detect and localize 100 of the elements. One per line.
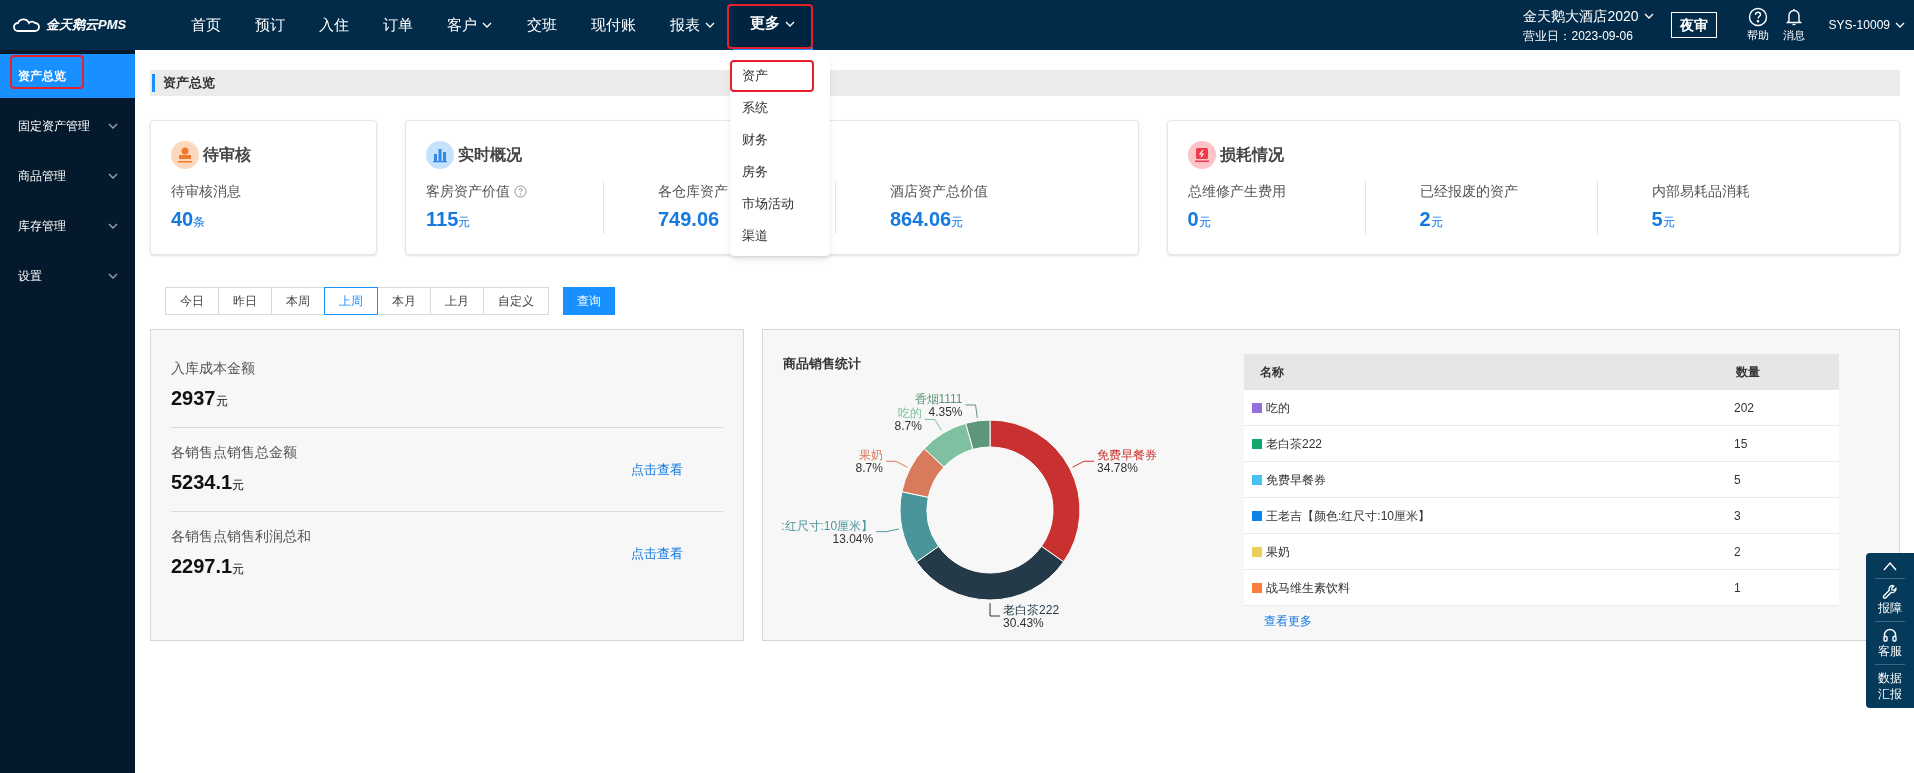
wrench-icon <box>1882 584 1898 600</box>
bar-chart-icon <box>426 141 454 169</box>
nav-tab[interactable]: 首页 <box>174 0 238 50</box>
menu-item[interactable]: 财务 <box>730 124 830 156</box>
nav-tab[interactable]: 预订 <box>238 0 302 50</box>
stat-value: 749.06 <box>658 207 721 232</box>
leader-line <box>885 460 908 468</box>
period-tab[interactable]: 昨日 <box>218 287 272 315</box>
period-tab[interactable]: 本周 <box>271 287 325 315</box>
stat-label: 待审核消息 <box>171 182 241 201</box>
table-cell-text: 老白茶222 <box>1266 435 1323 453</box>
nav-tab[interactable]: 更多 <box>733 0 813 50</box>
sidebar-item[interactable]: 库存管理 <box>0 204 135 248</box>
business-date: 营业日：2023-09-06 <box>1523 27 1633 45</box>
laptop-alert-icon <box>1187 141 1216 169</box>
sidebar-item[interactable]: 商品管理 <box>0 154 135 198</box>
view-link[interactable]: 点击查看 <box>631 543 683 564</box>
slice-percent: 13.04% <box>832 531 874 546</box>
nav-tab[interactable]: 订单 <box>366 0 430 50</box>
view-link[interactable]: 点击查看 <box>631 459 683 480</box>
card-title: 损耗情况 <box>1219 145 1284 165</box>
menu-item[interactable]: 房务 <box>730 156 830 188</box>
menu-item[interactable]: 资产 <box>730 60 814 92</box>
slice-label: 果奶 <box>858 447 883 462</box>
bell-icon <box>1783 6 1804 27</box>
slice-label: 吃的 <box>897 405 922 420</box>
table-cell-text: 2 <box>1733 543 1741 561</box>
table-cell-text: 王老吉【颜色:红尺寸:10厘米】 <box>1266 507 1430 525</box>
table-cell-text: 战马维生素饮料 <box>1266 579 1350 597</box>
stat-label: 总维修产生费用 <box>1187 182 1286 201</box>
cloud-logo-icon <box>12 17 42 33</box>
hotel-name[interactable]: 金天鹅大酒店2020 <box>1523 5 1639 27</box>
caret-up-icon <box>1882 561 1898 571</box>
user-name[interactable]: SYS-10009 <box>1828 16 1890 34</box>
table-cell-text: 15 <box>1733 435 1748 453</box>
summary-label: 入库成本金额 <box>171 359 255 378</box>
period-tab[interactable]: 自定义 <box>483 287 549 315</box>
leader-line <box>875 527 900 532</box>
donut-slice <box>901 447 945 498</box>
stat-value: 0元 <box>1187 207 1212 232</box>
card-title: 实时概况 <box>458 145 522 165</box>
help-button[interactable]: 帮助 <box>1746 6 1769 44</box>
column-header: 数量 <box>1735 364 1760 381</box>
leader-line <box>965 404 978 418</box>
stat-label: 各仓库资产 <box>658 182 728 201</box>
table-cell-text: 免费早餐券 <box>1266 471 1326 489</box>
menu-item[interactable]: 渠道 <box>730 220 830 252</box>
menu-item[interactable]: 系统 <box>730 92 830 124</box>
slice-percent: 34.78% <box>1097 460 1138 475</box>
slice-percent: 30.43% <box>1003 615 1044 630</box>
stat-value: 40条 <box>171 207 207 232</box>
headset-icon <box>1882 627 1898 643</box>
stat-value: 115元 <box>426 207 472 232</box>
sidebar-item[interactable]: 设置 <box>0 254 135 298</box>
stat-value: 2元 <box>1419 207 1444 232</box>
night-audit-button[interactable]: 夜审 <box>1670 12 1717 38</box>
summary-label: 各销售点销售利润总和 <box>171 527 311 546</box>
tool-button[interactable]: 报障 <box>1875 582 1905 618</box>
stat-value: 5元 <box>1651 207 1676 232</box>
brand-logo: 金天鹅云PMS <box>46 16 127 35</box>
slice-label: 老白茶222 <box>1003 602 1060 617</box>
stat-label: 内部易耗品消耗 <box>1651 182 1750 201</box>
help-icon <box>1747 6 1768 27</box>
tool-button[interactable]: 数据汇报 <box>1875 668 1905 704</box>
nav-tab[interactable]: 客户 <box>430 0 510 50</box>
slice-percent: 8.7% <box>894 418 922 433</box>
nav-tab[interactable]: 交班 <box>510 0 574 50</box>
slice-label: 免费早餐券 <box>1097 447 1158 462</box>
stat-label: 酒店资产总价值 <box>890 182 988 201</box>
card-title: 待审核 <box>203 145 251 165</box>
table-cell-text: 202 <box>1733 399 1755 417</box>
sidebar-item[interactable]: 固定资产管理 <box>0 104 135 148</box>
period-tab[interactable]: 上月 <box>430 287 484 315</box>
nav-tab[interactable]: 入住 <box>302 0 366 50</box>
leader-line <box>1072 460 1095 468</box>
stat-value: 864.06元 <box>890 207 965 232</box>
table-cell-text: 5 <box>1733 471 1741 489</box>
table-cell-text: 果奶 <box>1266 543 1290 561</box>
slice-percent: 8.7% <box>855 460 883 475</box>
table-cell-text: 3 <box>1733 507 1741 525</box>
period-tab[interactable]: 今日 <box>165 287 219 315</box>
leader-line <box>924 418 943 431</box>
messages-button[interactable]: 消息 <box>1782 6 1805 44</box>
chart-title: 商品销售统计 <box>783 355 862 373</box>
slice-percent: 4.35% <box>928 404 963 419</box>
leader-line <box>989 602 1001 616</box>
summary-value: 2937元 <box>171 386 229 411</box>
table-cell-text: 1 <box>1733 579 1741 597</box>
tool-button[interactable]: 客服 <box>1875 625 1905 661</box>
page-title: 资产总览 <box>163 74 215 93</box>
period-tab[interactable]: 上周 <box>324 287 378 315</box>
stat-label: 客房资产价值 <box>426 182 510 201</box>
nav-tab[interactable]: 报表 <box>653 0 733 50</box>
view-more-link[interactable]: 查看更多 <box>1264 612 1312 630</box>
nav-tab[interactable]: 现付账 <box>574 0 653 50</box>
summary-value: 2297.1元 <box>171 554 246 579</box>
menu-item[interactable]: 市场活动 <box>730 188 830 220</box>
period-tab[interactable]: 本月 <box>377 287 431 315</box>
stat-label: 已经报废的资产 <box>1419 182 1518 201</box>
summary-value: 5234.1元 <box>171 470 246 495</box>
